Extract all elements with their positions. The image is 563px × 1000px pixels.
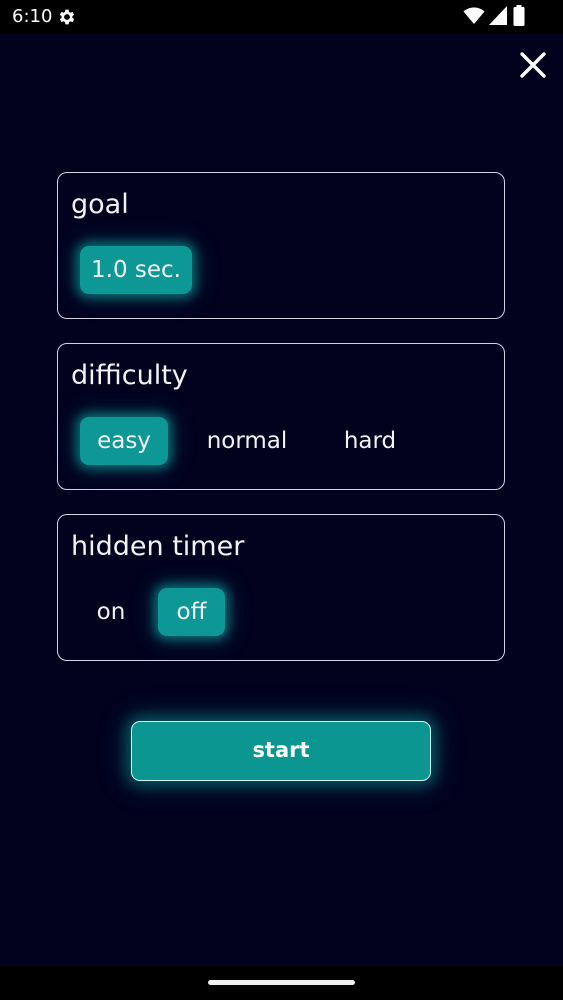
goal-option-1-0-sec[interactable]: 1.0 sec. [80,246,192,294]
difficulty-option-hard[interactable]: hard [328,417,412,465]
battery-icon [513,5,525,26]
hidden-timer-option-off[interactable]: off [158,588,225,636]
navigation-bar [0,966,563,1000]
game-settings-screen: 6:10 goal 1.0 sec. difficulty easy norma… [0,0,563,1000]
signal-icon [489,6,507,25]
hidden-timer-title: hidden timer [71,531,245,562]
difficulty-option-normal[interactable]: normal [191,417,303,465]
start-button[interactable]: start [131,721,431,781]
wifi-icon [463,7,485,24]
goal-title: goal [71,189,129,220]
difficulty-title: difficulty [71,360,188,391]
goal-card: goal 1.0 sec. [57,172,505,319]
difficulty-card: difficulty easy normal hard [57,343,505,490]
home-gesture-handle[interactable] [208,980,355,985]
hidden-timer-option-on[interactable]: on [80,588,142,636]
close-icon[interactable] [516,48,550,82]
hidden-timer-card: hidden timer on off [57,514,505,661]
difficulty-option-easy[interactable]: easy [80,417,168,465]
status-bar: 6:10 [0,0,563,34]
gear-icon [59,9,75,25]
status-time: 6:10 [12,6,53,27]
